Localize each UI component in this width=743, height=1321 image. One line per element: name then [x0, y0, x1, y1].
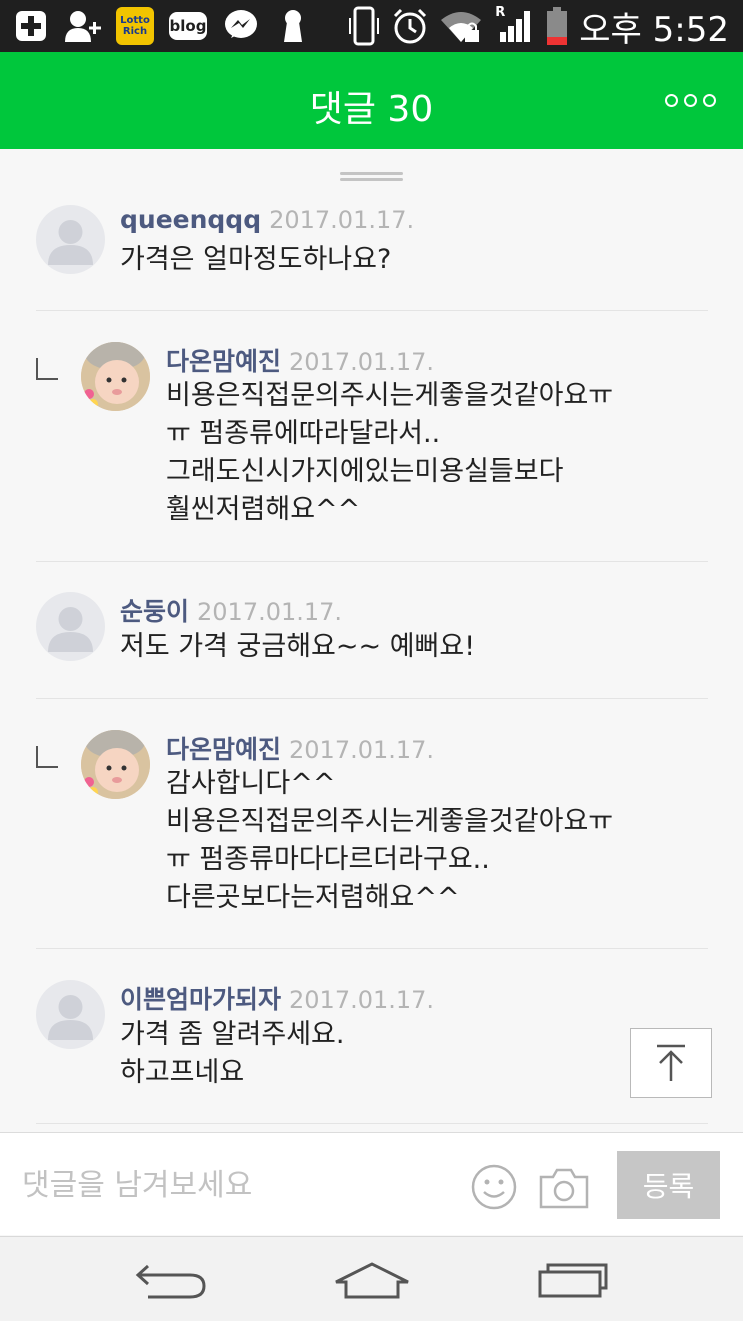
comment-text: 가격 좀 알려주세요. 하고프네요 [120, 1019, 345, 1088]
app-header: 댓글 30 [0, 52, 743, 149]
reply-indicator-icon [36, 746, 58, 768]
reply-item: 다온맘예진 2017.01.17. 비용은직접문의주시는게좋을것같아요ㅠ ㅠ 펌종… [36, 342, 708, 561]
comment-author[interactable]: 다온맘예진 [166, 347, 281, 376]
default-avatar-icon [36, 205, 105, 274]
divider [36, 561, 708, 562]
camera-icon [539, 1168, 589, 1209]
submit-button[interactable]: 등록 [617, 1151, 720, 1219]
battery-icon [545, 7, 569, 45]
divider [36, 948, 708, 949]
comment-text: 가격은 얼마정도하나요? [120, 244, 392, 275]
add-person-icon [64, 7, 102, 45]
recent-apps-icon [538, 1263, 608, 1298]
camera-button[interactable] [538, 1165, 590, 1211]
keyhole-icon [274, 7, 312, 45]
recent-apps-button[interactable] [528, 1255, 618, 1305]
more-icon [684, 93, 697, 107]
comment-author[interactable]: 다온맘예진 [166, 735, 281, 764]
comment-date: 2017.01.17. [197, 598, 343, 626]
default-avatar-icon [36, 592, 105, 661]
more-options-button[interactable] [665, 88, 717, 112]
wifi-lock-icon [439, 7, 485, 45]
reply-indicator-icon [36, 358, 58, 380]
comment-item: queenqqq 2017.01.17. 가격은 얼마정도하나요? [36, 205, 708, 311]
more-icon [703, 93, 716, 107]
comment-date: 2017.01.17. [269, 206, 415, 234]
more-icon [665, 93, 678, 107]
drag-handle[interactable] [340, 172, 403, 182]
alarm-icon [391, 7, 429, 45]
comment-author[interactable]: queenqqq [120, 205, 261, 234]
signal-icon: R [495, 5, 535, 45]
comment-input-bar: 등록 [0, 1132, 743, 1235]
home-icon [335, 1262, 409, 1299]
comment-date: 2017.01.17. [289, 986, 435, 1014]
back-button[interactable] [126, 1255, 216, 1305]
smiley-icon [471, 1164, 517, 1210]
system-nav-bar [0, 1236, 743, 1321]
emoji-button[interactable] [470, 1163, 518, 1211]
comment-author[interactable]: 순둥이 [120, 597, 189, 626]
lotto-rich-app-icon: Lotto Rich [116, 7, 154, 45]
comment-date: 2017.01.17. [289, 736, 435, 764]
arrow-up-icon [657, 1044, 685, 1081]
comment-text: 비용은직접문의주시는게좋을것같아요ㅠ ㅠ 펌종류에따라달라서.. 그래도신시가지… [166, 380, 614, 525]
divider [36, 310, 708, 311]
messenger-icon [222, 7, 260, 45]
comment-text: 저도 가격 궁금해요~~ 예뻐요! [120, 631, 476, 662]
clock: 오후 5:52 [579, 9, 729, 50]
scroll-to-top-button[interactable] [630, 1028, 712, 1098]
home-button[interactable] [327, 1255, 417, 1305]
comment-author[interactable]: 이쁜엄마가되자 [120, 985, 281, 1014]
divider [36, 698, 708, 699]
add-icon [12, 7, 50, 45]
status-bar: Lotto Rich blog R 오후 5:52 [0, 0, 743, 52]
back-icon [135, 1264, 206, 1299]
phone-vibrate-icon [347, 6, 381, 46]
page-title: 댓글 30 [309, 89, 434, 130]
default-avatar-icon [36, 980, 105, 1049]
comment-item: 순둥이 2017.01.17. 저도 가격 궁금해요~~ 예뻐요! [36, 592, 708, 698]
comment-date: 2017.01.17. [289, 348, 435, 376]
profile-photo-avatar[interactable] [81, 730, 150, 799]
comment-input[interactable] [22, 1163, 442, 1207]
reply-item: 다온맘예진 2017.01.17. 감사합니다^^ 비용은직접문의주시는게좋을것같… [36, 730, 708, 949]
blog-icon: blog [168, 7, 208, 45]
divider [36, 1123, 708, 1124]
comment-text: 감사합니다^^ 비용은직접문의주시는게좋을것같아요ㅠ ㅠ 펌종류마다다르더라구요… [166, 768, 614, 913]
profile-photo-avatar[interactable] [81, 342, 150, 411]
comment-item: 이쁜엄마가되자 2017.01.17. 가격 좀 알려주세요. 하고프네요 [36, 980, 708, 1125]
